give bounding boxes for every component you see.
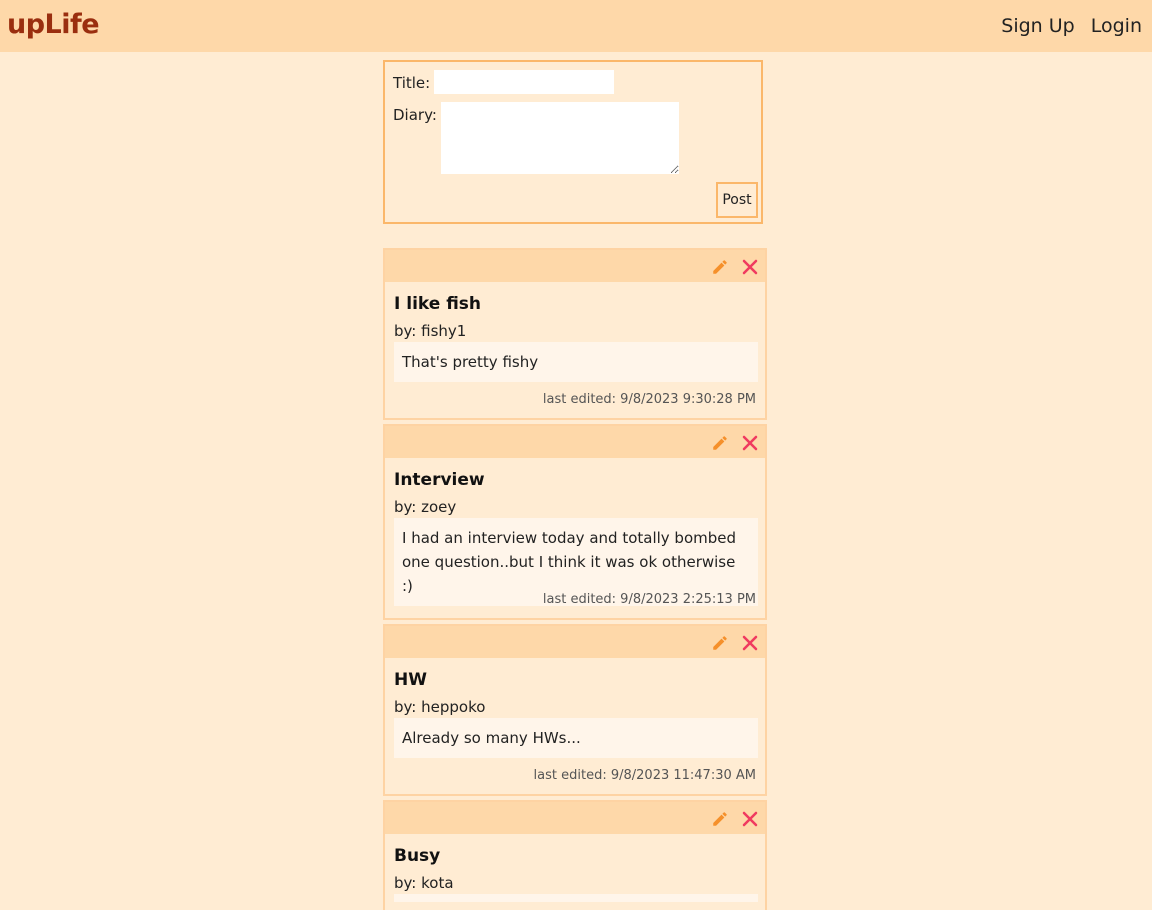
post-edited-time: last edited: 9/8/2023 11:47:30 AM	[533, 768, 756, 783]
card-toolbar	[385, 250, 765, 282]
title-label: Title:	[393, 74, 431, 92]
diary-card: Busy by: kota	[383, 800, 767, 910]
app-logo[interactable]: upLife	[7, 9, 100, 40]
post-body: That's pretty fishy	[394, 342, 758, 382]
post-author: by: fishy1	[394, 322, 467, 340]
card-toolbar	[385, 426, 765, 458]
post-title: Busy	[394, 846, 441, 866]
post-edited-time: last edited: 9/8/2023 9:30:28 PM	[542, 392, 756, 407]
card-toolbar	[385, 626, 765, 658]
login-link[interactable]: Login	[1091, 15, 1142, 37]
post-author: by: heppoko	[394, 698, 486, 716]
pencil-icon[interactable]	[711, 810, 729, 828]
pencil-icon[interactable]	[711, 634, 729, 652]
diary-card: Interview by: zoey I had an interview to…	[383, 424, 767, 620]
close-icon[interactable]	[741, 258, 759, 276]
signup-link[interactable]: Sign Up	[1001, 15, 1074, 37]
post-button[interactable]: Post	[716, 182, 758, 218]
diary-card: I like fish by: fishy1 That's pretty fis…	[383, 248, 767, 420]
title-input[interactable]	[434, 70, 614, 94]
diary-label: Diary:	[393, 106, 437, 124]
close-icon[interactable]	[741, 634, 759, 652]
post-author: by: zoey	[394, 498, 457, 516]
post-body: Already so many HWs...	[394, 718, 758, 758]
close-icon[interactable]	[741, 810, 759, 828]
post-edited-time: last edited: 9/8/2023 2:25:13 PM	[542, 592, 756, 607]
top-navbar: upLife Sign Up Login	[0, 0, 1152, 52]
pencil-icon[interactable]	[711, 258, 729, 276]
post-body	[394, 894, 758, 902]
diary-card: HW by: heppoko Already so many HWs... la…	[383, 624, 767, 796]
post-title: HW	[394, 670, 427, 690]
card-toolbar	[385, 802, 765, 834]
diary-textarea[interactable]	[441, 102, 679, 174]
nav-links: Sign Up Login	[1001, 15, 1142, 37]
close-icon[interactable]	[741, 434, 759, 452]
new-post-form: Title: Diary: Post	[383, 60, 763, 224]
post-title: Interview	[394, 470, 485, 490]
pencil-icon[interactable]	[711, 434, 729, 452]
post-title: I like fish	[394, 294, 482, 314]
post-author: by: kota	[394, 874, 454, 892]
